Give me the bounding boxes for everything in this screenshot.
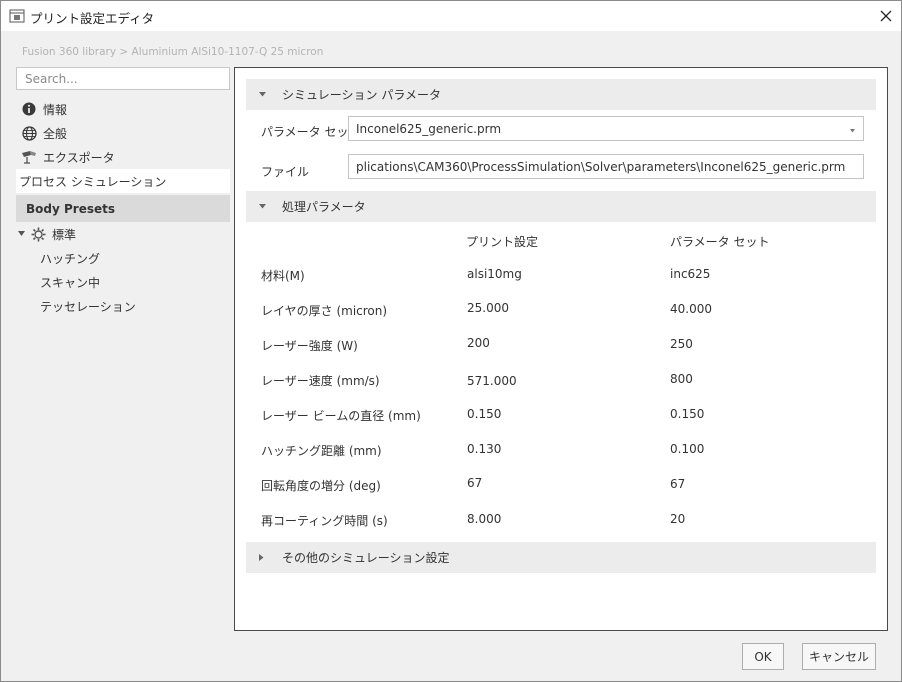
param-row-label: 回転角度の増分 (deg) <box>261 479 381 493</box>
print-settings-editor-window: プリント設定エディタ Fusion 360 library > Aluminiu… <box>0 0 902 682</box>
file-path-value: plications\CAM360\ProcessSimulation\Solv… <box>356 159 846 174</box>
param-row-label: 再コーティング時間 (s) <box>261 514 388 528</box>
param-set-value: inc625 <box>670 267 711 281</box>
sidebar-item-exporter[interactable]: エクスポータ <box>16 145 230 169</box>
param-set-value: 0.100 <box>670 442 705 456</box>
chevron-down-icon <box>259 92 269 97</box>
param-print-value: alsi10mg <box>467 267 522 281</box>
gear-icon <box>30 226 46 242</box>
tree-item-label: スキャン中 <box>40 275 101 290</box>
column-header-print-settings: プリント設定 <box>466 235 539 249</box>
parameter-set-value: Inconel625_generic.prm <box>356 121 502 136</box>
exporter-icon <box>21 149 37 165</box>
param-print-value: 8.000 <box>467 512 502 526</box>
body-presets-header: Body Presets <box>16 195 230 222</box>
param-print-value: 0.150 <box>467 407 502 421</box>
sidebar-item-general[interactable]: 全般 <box>16 121 230 145</box>
param-set-value: 20 <box>670 512 686 526</box>
section-title: その他のシミュレーション設定 <box>282 551 450 565</box>
sidebar-item-label: 情報 <box>43 102 68 117</box>
param-set-value: 67 <box>670 477 686 491</box>
file-label: ファイル <box>261 165 310 179</box>
window-title: プリント設定エディタ <box>30 11 155 26</box>
sidebar-item-label: エクスポータ <box>43 150 115 165</box>
param-set-value: 0.150 <box>670 407 705 421</box>
param-print-value: 200 <box>467 336 490 350</box>
sidebar-item-process-simulation[interactable]: プロセス シミュレーション <box>16 169 230 193</box>
parameter-set-label: パラメータ セット <box>261 125 361 139</box>
section-title: 処理パラメータ <box>282 200 366 214</box>
title-bar: プリント設定エディタ <box>1 1 901 31</box>
file-path-field[interactable]: plications\CAM360\ProcessSimulation\Solv… <box>348 154 864 179</box>
param-print-value: 571.000 <box>467 374 517 388</box>
param-print-value: 25.000 <box>467 301 509 315</box>
param-print-value: 0.130 <box>467 442 502 456</box>
tree-item-standard[interactable]: 標準 <box>16 222 230 246</box>
param-print-value: 67 <box>467 476 483 490</box>
search-input[interactable] <box>16 67 230 90</box>
close-icon <box>880 10 892 22</box>
process-parameters-section-header[interactable]: 処理パラメータ <box>246 191 876 222</box>
tree-item-hatching[interactable]: ハッチング <box>16 246 230 270</box>
tree-item-label: 標準 <box>52 227 77 242</box>
param-row-label: レーザー速度 (mm/s) <box>261 374 380 388</box>
param-row-label: レーザー ビームの直径 (mm) <box>261 409 421 423</box>
tree-item-label: テッセレーション <box>40 299 136 314</box>
tree-item-tessellation[interactable]: テッセレーション <box>16 294 230 318</box>
tree-item-scanning[interactable]: スキャン中 <box>16 270 230 294</box>
chevron-down-icon <box>259 204 269 209</box>
chevron-down-icon <box>850 122 855 136</box>
param-row-label: レイヤの厚さ (micron) <box>261 304 388 318</box>
chevron-down-icon[interactable] <box>18 231 26 237</box>
breadcrumb: Fusion 360 library > Aluminium AlSi10-11… <box>22 46 324 58</box>
chevron-right-icon <box>259 554 269 561</box>
section-title: シミュレーション パラメータ <box>282 88 441 102</box>
globe-icon <box>21 125 37 141</box>
param-row-label: 材料(M) <box>261 269 305 283</box>
other-simulation-settings-section-header[interactable]: その他のシミュレーション設定 <box>246 542 876 573</box>
sidebar-item-info[interactable]: 情報 <box>16 97 230 121</box>
param-row-label: レーザー強度 (W) <box>261 339 358 353</box>
info-icon <box>21 101 37 117</box>
tree-item-label: ハッチング <box>40 251 101 266</box>
sidebar-item-label: 全般 <box>43 126 68 141</box>
close-button[interactable] <box>871 1 901 31</box>
param-set-value: 40.000 <box>670 302 712 316</box>
sidebar-item-label: プロセス シミュレーション <box>19 174 167 189</box>
param-set-value: 800 <box>670 372 693 386</box>
column-header-parameter-set: パラメータ セット <box>670 235 770 249</box>
simulation-parameters-section-header[interactable]: シミュレーション パラメータ <box>246 79 876 110</box>
ok-button[interactable]: OK <box>742 643 784 670</box>
print-settings-app-icon <box>9 8 25 24</box>
cancel-button[interactable]: キャンセル <box>802 643 876 670</box>
param-row-label: ハッチング距離 (mm) <box>261 444 382 458</box>
settings-panel: シミュレーション パラメータ パラメータ セット Inconel625_gene… <box>234 67 888 631</box>
param-set-value: 250 <box>670 337 693 351</box>
body-presets-label: Body Presets <box>26 201 115 216</box>
parameter-set-dropdown[interactable]: Inconel625_generic.prm <box>348 116 864 141</box>
